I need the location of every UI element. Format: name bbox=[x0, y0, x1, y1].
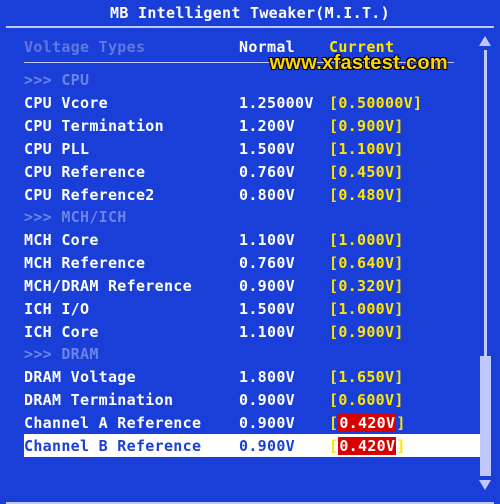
row-label: Channel B Reference bbox=[24, 437, 239, 455]
row-label: ICH I/O bbox=[24, 300, 239, 318]
row-current: [0.320V] bbox=[329, 277, 404, 295]
row-current: [0.50000V] bbox=[329, 94, 422, 112]
row-label: CPU Reference bbox=[24, 163, 239, 181]
main-frame: Voltage Types Normal Current >>> CPU CPU… bbox=[6, 26, 494, 504]
row-current: [1.000V] bbox=[329, 231, 404, 249]
header-normal: Normal bbox=[239, 38, 329, 56]
row-label: DRAM Termination bbox=[24, 391, 239, 409]
scroll-thumb[interactable] bbox=[480, 356, 491, 476]
row-label: ICH Core bbox=[24, 323, 239, 341]
row-cpu-reference2[interactable]: CPU Reference2 0.800V [0.480V] bbox=[24, 183, 488, 206]
row-label: CPU Termination bbox=[24, 117, 239, 135]
row-current: [0.600V] bbox=[329, 391, 404, 409]
scroll-down-icon[interactable] bbox=[479, 480, 491, 490]
row-current: [1.100V] bbox=[329, 140, 404, 158]
scroll-track[interactable] bbox=[484, 50, 487, 476]
row-current: [0.480V] bbox=[329, 186, 404, 204]
column-headers: Voltage Types Normal Current bbox=[24, 38, 488, 56]
section-cpu: >>> CPU bbox=[24, 69, 488, 91]
row-label: CPU Vcore bbox=[24, 94, 239, 112]
header-current: Current bbox=[329, 38, 394, 56]
row-normal: 0.900V bbox=[239, 391, 329, 409]
row-normal: 1.500V bbox=[239, 140, 329, 158]
row-normal: 0.800V bbox=[239, 186, 329, 204]
row-label: CPU Reference2 bbox=[24, 186, 239, 204]
divider bbox=[24, 62, 454, 63]
row-label: CPU PLL bbox=[24, 140, 239, 158]
row-normal: 1.800V bbox=[239, 368, 329, 386]
row-current: [0.420V] bbox=[329, 437, 406, 455]
row-normal: 0.900V bbox=[239, 277, 329, 295]
row-current: [1.650V] bbox=[329, 368, 404, 386]
row-channel-a-reference[interactable]: Channel A Reference 0.900V [0.420V] bbox=[24, 411, 488, 434]
row-ich-io[interactable]: ICH I/O 1.500V [1.000V] bbox=[24, 297, 488, 320]
row-normal: 1.200V bbox=[239, 117, 329, 135]
section-mch-ich: >>> MCH/ICH bbox=[24, 206, 488, 228]
row-current: [0.900V] bbox=[329, 117, 404, 135]
section-dram: >>> DRAM bbox=[24, 343, 488, 365]
row-normal: 1.500V bbox=[239, 300, 329, 318]
row-dram-voltage[interactable]: DRAM Voltage 1.800V [1.650V] bbox=[24, 365, 488, 388]
row-mch-reference[interactable]: MCH Reference 0.760V [0.640V] bbox=[24, 251, 488, 274]
row-label: MCH Reference bbox=[24, 254, 239, 272]
row-channel-b-reference[interactable]: Channel B Reference 0.900V [0.420V] bbox=[24, 434, 488, 457]
row-normal: 1.100V bbox=[239, 323, 329, 341]
row-normal: 1.25000V bbox=[239, 94, 329, 112]
row-cpu-pll[interactable]: CPU PLL 1.500V [1.100V] bbox=[24, 137, 488, 160]
row-cpu-termination[interactable]: CPU Termination 1.200V [0.900V] bbox=[24, 114, 488, 137]
row-normal: 0.760V bbox=[239, 163, 329, 181]
row-current: [0.640V] bbox=[329, 254, 404, 272]
row-normal: 0.760V bbox=[239, 254, 329, 272]
row-cpu-reference[interactable]: CPU Reference 0.760V [0.450V] bbox=[24, 160, 488, 183]
row-normal: 0.900V bbox=[239, 414, 329, 432]
row-current: [1.000V] bbox=[329, 300, 404, 318]
row-current: [0.420V] bbox=[329, 414, 406, 432]
row-mch-dram-reference[interactable]: MCH/DRAM Reference 0.900V [0.320V] bbox=[24, 274, 488, 297]
row-label: MCH Core bbox=[24, 231, 239, 249]
row-current: [0.450V] bbox=[329, 163, 404, 181]
row-normal: 1.100V bbox=[239, 231, 329, 249]
header-voltage-types: Voltage Types bbox=[24, 38, 239, 56]
row-ich-core[interactable]: ICH Core 1.100V [0.900V] bbox=[24, 320, 488, 343]
row-normal: 0.900V bbox=[239, 437, 329, 455]
row-cpu-vcore[interactable]: CPU Vcore 1.25000V [0.50000V] bbox=[24, 91, 488, 114]
row-label: MCH/DRAM Reference bbox=[24, 277, 239, 295]
scroll-up-icon[interactable] bbox=[479, 36, 491, 46]
row-label: Channel A Reference bbox=[24, 414, 239, 432]
row-current: [0.900V] bbox=[329, 323, 404, 341]
row-mch-core[interactable]: MCH Core 1.100V [1.000V] bbox=[24, 228, 488, 251]
scrollbar[interactable] bbox=[478, 36, 492, 490]
row-label: DRAM Voltage bbox=[24, 368, 239, 386]
row-dram-termination[interactable]: DRAM Termination 0.900V [0.600V] bbox=[24, 388, 488, 411]
